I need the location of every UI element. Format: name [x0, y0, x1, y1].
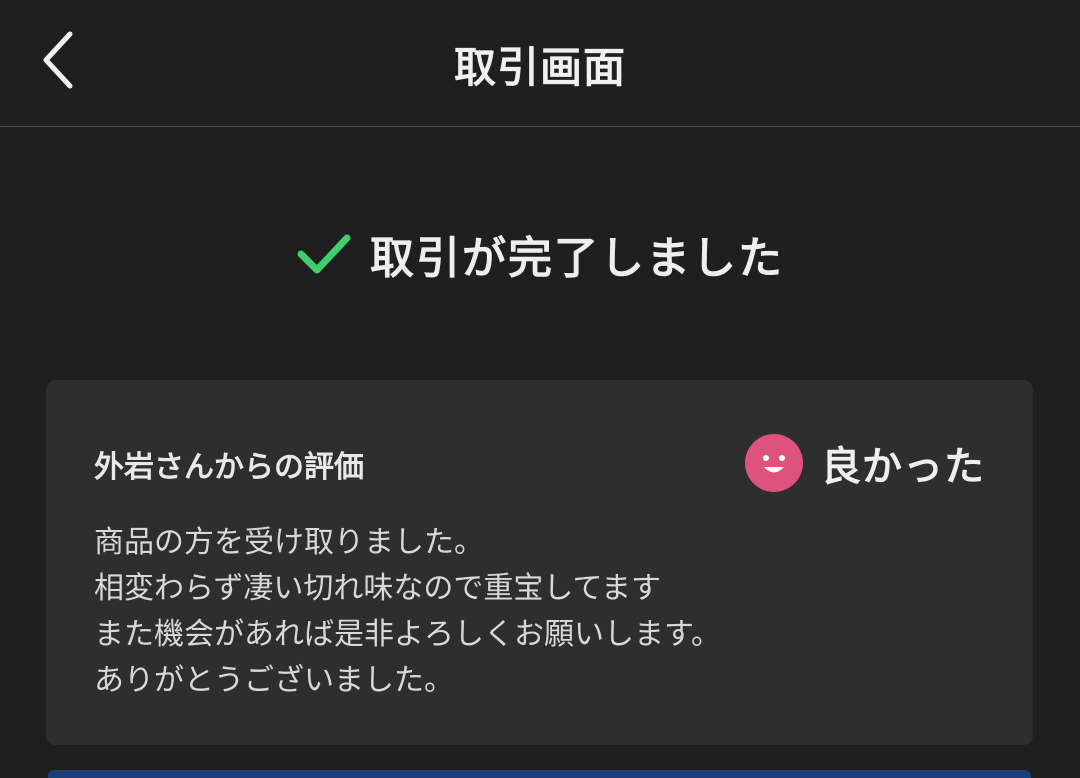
smile-face-icon	[745, 434, 803, 492]
transaction-screen: 取引画面 取引が完了しました 外岩さんからの評価 良かった 商品の方を受け取りま…	[0, 0, 1080, 778]
next-section-edge	[48, 770, 1031, 778]
review-comment-line: ありがとうございました。	[94, 663, 454, 698]
rating-badge: 良かった	[745, 434, 985, 492]
checkmark-icon	[297, 234, 351, 274]
review-heading: 外岩さんからの評価	[94, 450, 364, 485]
page-title: 取引画面	[453, 43, 626, 92]
rating-label: 良かった	[821, 444, 985, 490]
transaction-complete-text: 取引が完了しました	[370, 233, 784, 284]
review-comment-line: 商品の方を受け取りました。	[94, 525, 484, 560]
transaction-complete-status: 取引が完了しました	[0, 222, 1080, 286]
review-comment: 商品の方を受け取りました。 相変わらず凄い切れ味なので重宝してます また機会があ…	[94, 520, 984, 704]
review-comment-line: また機会があれば是非よろしくお願いします。	[94, 617, 721, 652]
review-comment-line: 相変わらず凄い切れ味なので重宝してます	[94, 571, 661, 606]
review-card: 外岩さんからの評価 良かった 商品の方を受け取りました。 相変わらず凄い切れ味な…	[46, 380, 1033, 745]
navigation-bar: 取引画面	[0, 0, 1080, 127]
